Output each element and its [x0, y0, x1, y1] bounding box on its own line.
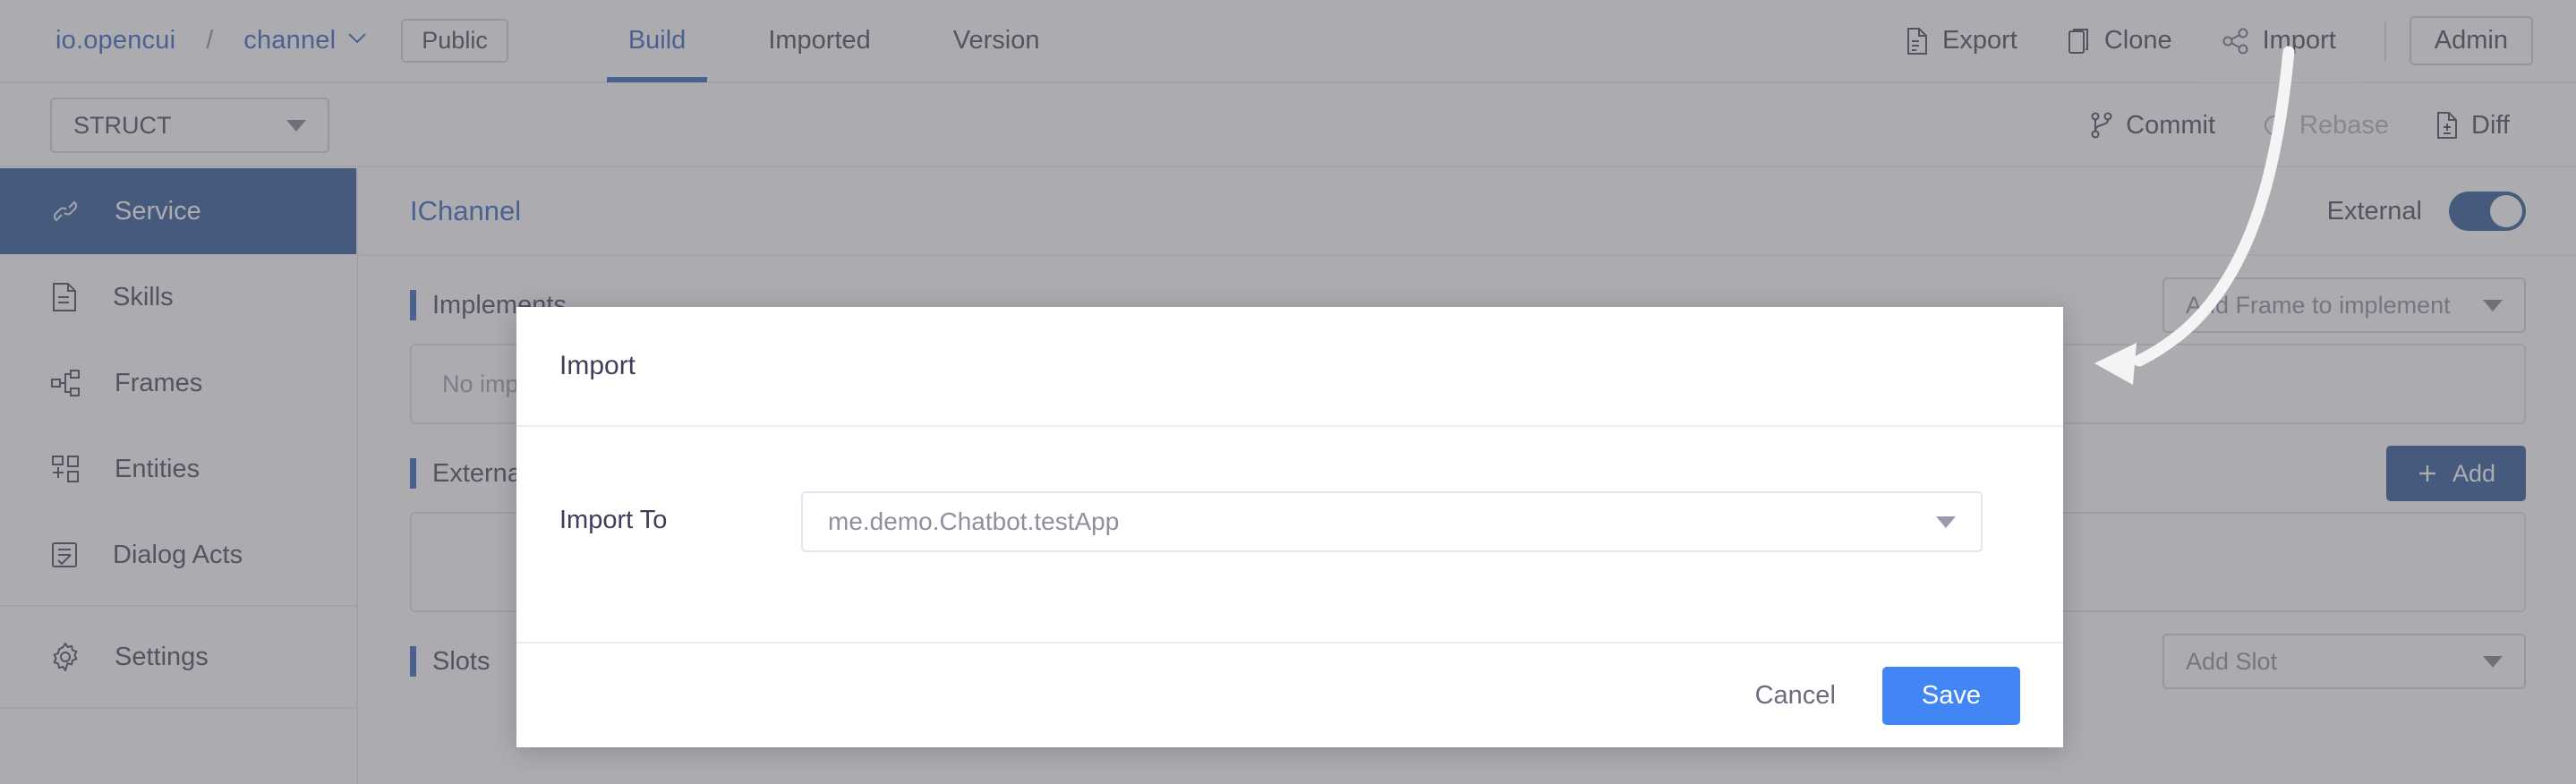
import-to-label: Import To — [559, 506, 668, 534]
import-to-select[interactable]: me.demo.Chatbot.testApp — [801, 491, 1983, 552]
import-modal-title: Import — [516, 307, 2063, 427]
import-to-select-value: me.demo.Chatbot.testApp — [828, 507, 1120, 535]
chevron-down-icon — [1936, 516, 1956, 528]
import-to-field: me.demo.Chatbot.testApp — [801, 491, 2020, 552]
import-modal: Import Import To me.demo.Chatbot.testApp… — [516, 307, 2063, 747]
cancel-button[interactable]: Cancel — [1728, 669, 1863, 723]
import-modal-footer: Cancel Save — [516, 643, 2063, 747]
save-button[interactable]: Save — [1881, 666, 2020, 725]
import-modal-body: Import To me.demo.Chatbot.testApp — [516, 427, 2063, 643]
